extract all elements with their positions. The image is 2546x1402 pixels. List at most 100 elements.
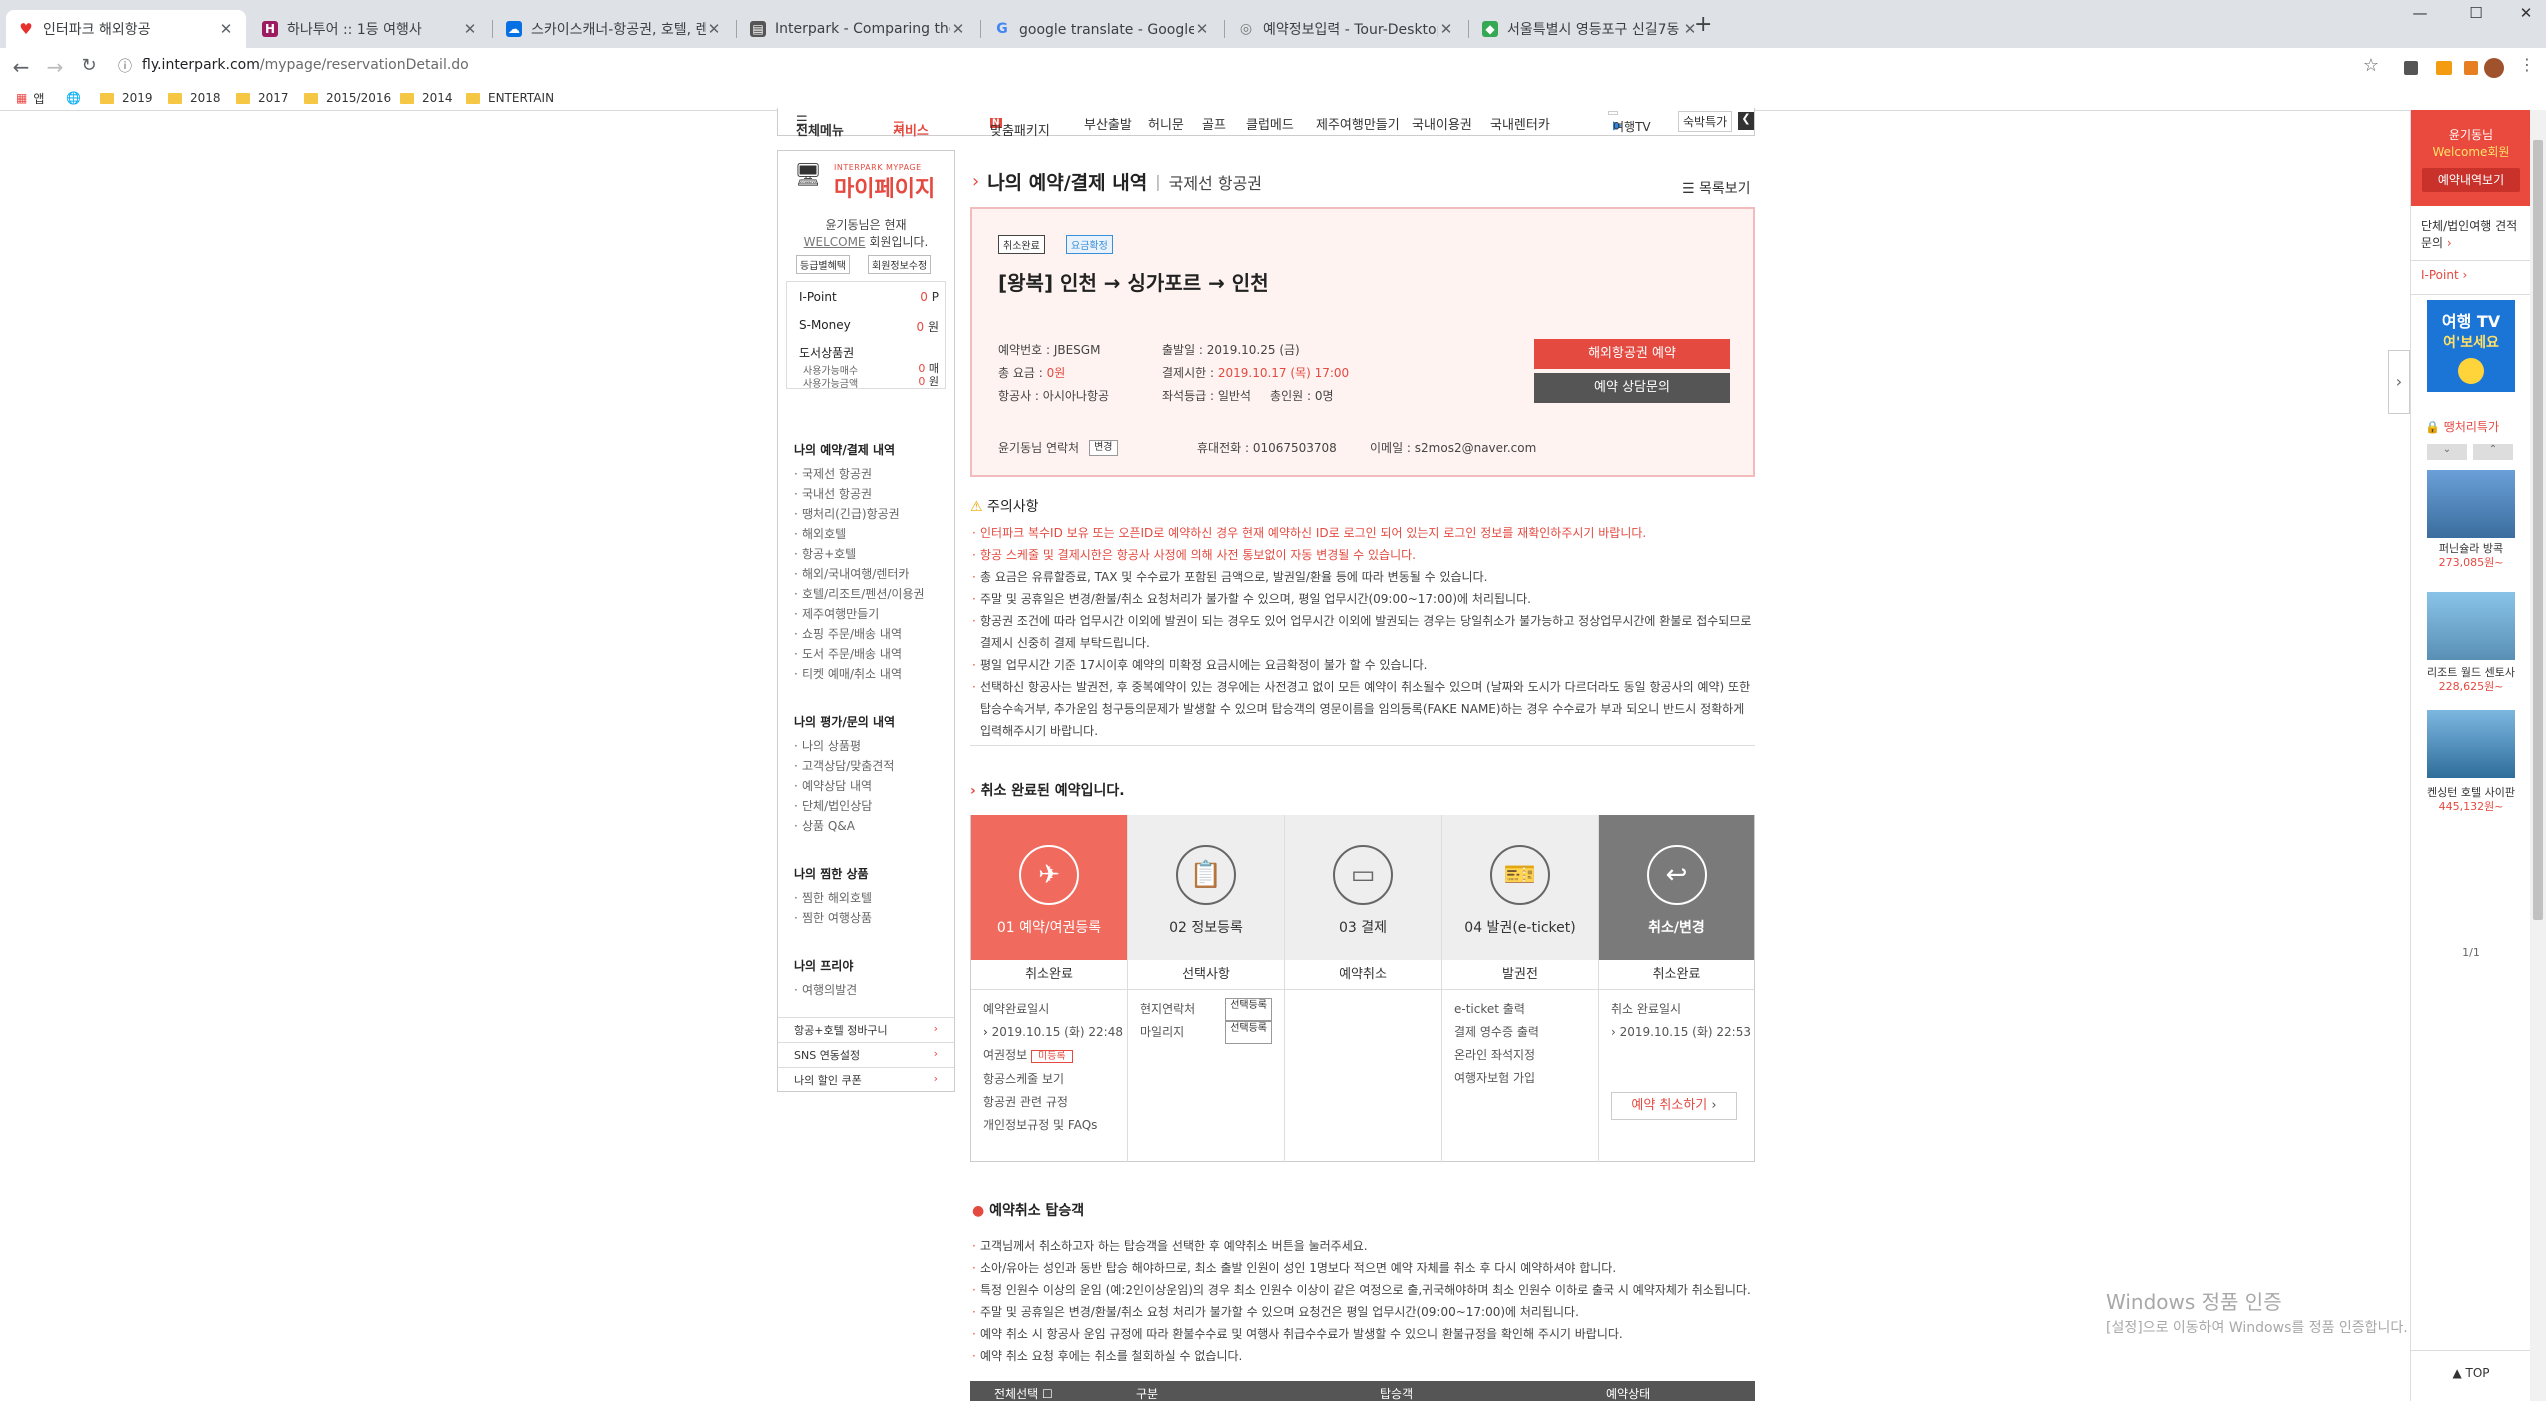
register-contact-button[interactable]: 선택등록 [1225, 998, 1272, 1021]
tab-hanatour[interactable]: H 하나투어 :: 1등 여행사 ✕ [250, 10, 490, 48]
new-tab-button[interactable]: + [1694, 12, 1712, 37]
scrollbar-thumb[interactable] [2533, 140, 2543, 920]
sidebar-link[interactable]: 땡처리(긴급)항공권 [794, 504, 925, 524]
bookmark-folder[interactable]: 2019 [100, 86, 153, 110]
privacy-faq-link[interactable]: 개인정보규정 및 FAQs [971, 1114, 1127, 1137]
edit-member-button[interactable]: 회원정보수정 [868, 255, 932, 274]
reload-icon[interactable]: ↻ [76, 55, 102, 76]
sidebar-link[interactable]: 항공+호텔 [794, 544, 925, 564]
sidebar-link[interactable]: 예약상담 내역 [794, 776, 895, 796]
bookmark-folder[interactable]: 2017 [236, 86, 289, 110]
sidebar-link[interactable]: 나의 상품평 [794, 736, 895, 756]
sidebar-link[interactable]: 해외호텔 [794, 524, 925, 544]
bookmark-folder[interactable]: ENTERTAIN [466, 86, 554, 110]
gnb-item[interactable]: 맞춤패키지 N [990, 114, 1050, 139]
close-tab-icon[interactable]: ✕ [218, 20, 234, 38]
change-contact-button[interactable]: 변경 [1089, 439, 1118, 456]
hotel-deal-button[interactable]: 숙박특가 [1678, 111, 1733, 132]
close-tab-icon[interactable]: ✕ [462, 20, 478, 38]
view-reservations-button[interactable]: 예약내역보기 [2422, 168, 2520, 192]
menu-icon[interactable]: ⋮ [2514, 55, 2540, 74]
sidebar-link[interactable]: 찜한 여행상품 [794, 908, 872, 928]
tab-google[interactable]: G google translate - Google 검색 ✕ [982, 10, 1222, 48]
hotel-image[interactable] [2427, 710, 2515, 778]
gnb-item[interactable]: 부산출발 [1084, 114, 1132, 133]
info-icon[interactable]: ⓘ [118, 56, 132, 76]
grade-benefit-button[interactable]: 등급별혜택 [796, 255, 850, 274]
receipt-link[interactable]: 결제 영수증 출력 [1442, 1021, 1598, 1044]
passport-status-badge[interactable]: 미등록 [1031, 1050, 1073, 1063]
tab-maps[interactable]: ◆ 서울특별시 영등포구 신길7동 아 ✕ [1470, 10, 1710, 48]
bookmark-folder[interactable]: 2018 [168, 86, 221, 110]
gnb-item[interactable]: 국내렌터카 [1490, 114, 1550, 133]
gnb-item[interactable]: 제주여행만들기 [1316, 114, 1400, 133]
forward-icon[interactable]: → [42, 55, 68, 79]
hotel-image[interactable] [2427, 470, 2515, 538]
list-view-button[interactable]: ☰ 목록보기 [1682, 178, 1751, 198]
close-tab-icon[interactable]: ✕ [1438, 20, 1454, 38]
avatar[interactable] [2484, 58, 2504, 78]
consult-button[interactable]: 예약 상담문의 [1534, 373, 1730, 403]
insurance-link[interactable]: 여행자보험 가입 [1442, 1067, 1598, 1090]
rules-link[interactable]: 항공권 관련 규정 [971, 1091, 1127, 1114]
sidebar-link[interactable]: 국제선 항공권 [794, 464, 925, 484]
address-bar[interactable]: ⓘ fly.interpark.com/mypage/reservationDe… [110, 50, 2360, 80]
expand-arrow-icon[interactable]: › [2388, 350, 2410, 414]
sidebar-link[interactable]: 나의 할인 쿠폰 › [778, 1067, 954, 1092]
tab-interpark-doc[interactable]: ▤ Interpark - Comparing the figu ✕ [738, 10, 978, 48]
globe-bookmark[interactable]: 🌐 [66, 86, 81, 110]
bookmark-star-icon[interactable]: ☆ [2358, 55, 2384, 76]
gnb-item[interactable]: 국내이용권 [1412, 114, 1472, 133]
schedule-link[interactable]: 항공스케줄 보기 [971, 1068, 1127, 1091]
close-tab-icon[interactable]: ✕ [950, 20, 966, 38]
select-all-checkbox[interactable]: 전체선택 ☐ [994, 1385, 1053, 1402]
group-quote-link[interactable]: 단체/법인여행 견적문의 › [2421, 218, 2527, 252]
sidebar-link[interactable]: SNS 연동설정 › [778, 1042, 954, 1067]
tab-skyscanner[interactable]: ☁ 스카이스캐너-항공권, 호텔, 렌트 ✕ [494, 10, 734, 48]
sidebar-link[interactable]: 국내선 항공권 [794, 484, 925, 504]
scroll-up-icon[interactable]: ⌃ [2473, 444, 2513, 460]
extension-icon[interactable] [2436, 61, 2452, 75]
hotel-image[interactable] [2427, 592, 2515, 660]
seat-link[interactable]: 온라인 좌석지정 [1442, 1044, 1598, 1067]
bookmark-folder[interactable]: 2015/2016 [304, 86, 391, 110]
sidebar-link[interactable]: 찜한 해외호텔 [794, 888, 872, 908]
bookmark-folder[interactable]: 2014 [400, 86, 453, 110]
maximize-icon[interactable]: ☐ [2456, 4, 2496, 28]
all-menu-button[interactable]: 전체메뉴 ☰ [796, 114, 844, 139]
sidebar-link[interactable]: 해외/국내여행/렌터카 [794, 564, 925, 584]
back-icon[interactable]: ← [8, 55, 34, 79]
eticket-link[interactable]: e-ticket 출력 [1442, 998, 1598, 1021]
cancel-reservation-button[interactable]: 예약 취소하기 › [1611, 1092, 1737, 1120]
sidebar-link[interactable]: 제주여행만들기 [794, 604, 925, 624]
extension-icon[interactable] [2464, 61, 2478, 75]
sidebar-link[interactable]: 호텔/리조트/펜션/이용권 [794, 584, 925, 604]
close-window-icon[interactable]: ✕ [2506, 4, 2546, 28]
gnb-item[interactable]: 허니문 [1148, 114, 1184, 133]
sidebar-link[interactable]: 도서 주문/배송 내역 [794, 644, 925, 664]
sidebar-link[interactable]: 단체/법인상담 [794, 796, 895, 816]
sidebar-link[interactable]: 티켓 예매/취소 내역 [794, 664, 925, 684]
gnb-item[interactable]: 클럽메드 [1246, 114, 1294, 133]
sidebar-link[interactable]: 여행의발견 [794, 980, 857, 1000]
page-scrollbar[interactable] [2530, 110, 2546, 1401]
minimize-icon[interactable]: — [2400, 4, 2440, 28]
sidebar-link[interactable]: 상품 Q&A [794, 816, 895, 836]
chevron-left-icon[interactable]: ❮ [1738, 112, 1754, 130]
register-mileage-button[interactable]: 선택등록 [1225, 1021, 1272, 1044]
sidebar-link[interactable]: 항공+호텔 정바구니 › [778, 1017, 954, 1042]
apps-bookmark[interactable]: ▦ 앱 [16, 86, 44, 110]
travel-tv-button[interactable]: ▶ 여행TV [1608, 111, 1651, 134]
sidebar-link[interactable]: 고객상담/맞춤견적 [794, 756, 895, 776]
gnb-item[interactable]: 골프 [1202, 114, 1226, 133]
top-button[interactable]: ▲ TOP [2411, 1366, 2531, 1380]
tab-tour[interactable]: ◎ 예약정보입력 - Tour-Desktop ✕ [1226, 10, 1466, 48]
close-tab-icon[interactable]: ✕ [706, 20, 722, 38]
sidebar-link[interactable]: 쇼핑 주문/배송 내역 [794, 624, 925, 644]
tab-interpark[interactable]: ♥ 인터파크 해외항공 ✕ [6, 10, 246, 48]
ipoint-link[interactable]: I-Point › [2421, 268, 2467, 282]
travel-tv-banner[interactable]: 여행 TV 여'보세요 [2427, 300, 2515, 392]
close-tab-icon[interactable]: ✕ [1194, 20, 1210, 38]
scroll-down-icon[interactable]: ⌄ [2427, 444, 2467, 460]
book-overseas-button[interactable]: 해외항공권 예약 [1534, 339, 1730, 369]
